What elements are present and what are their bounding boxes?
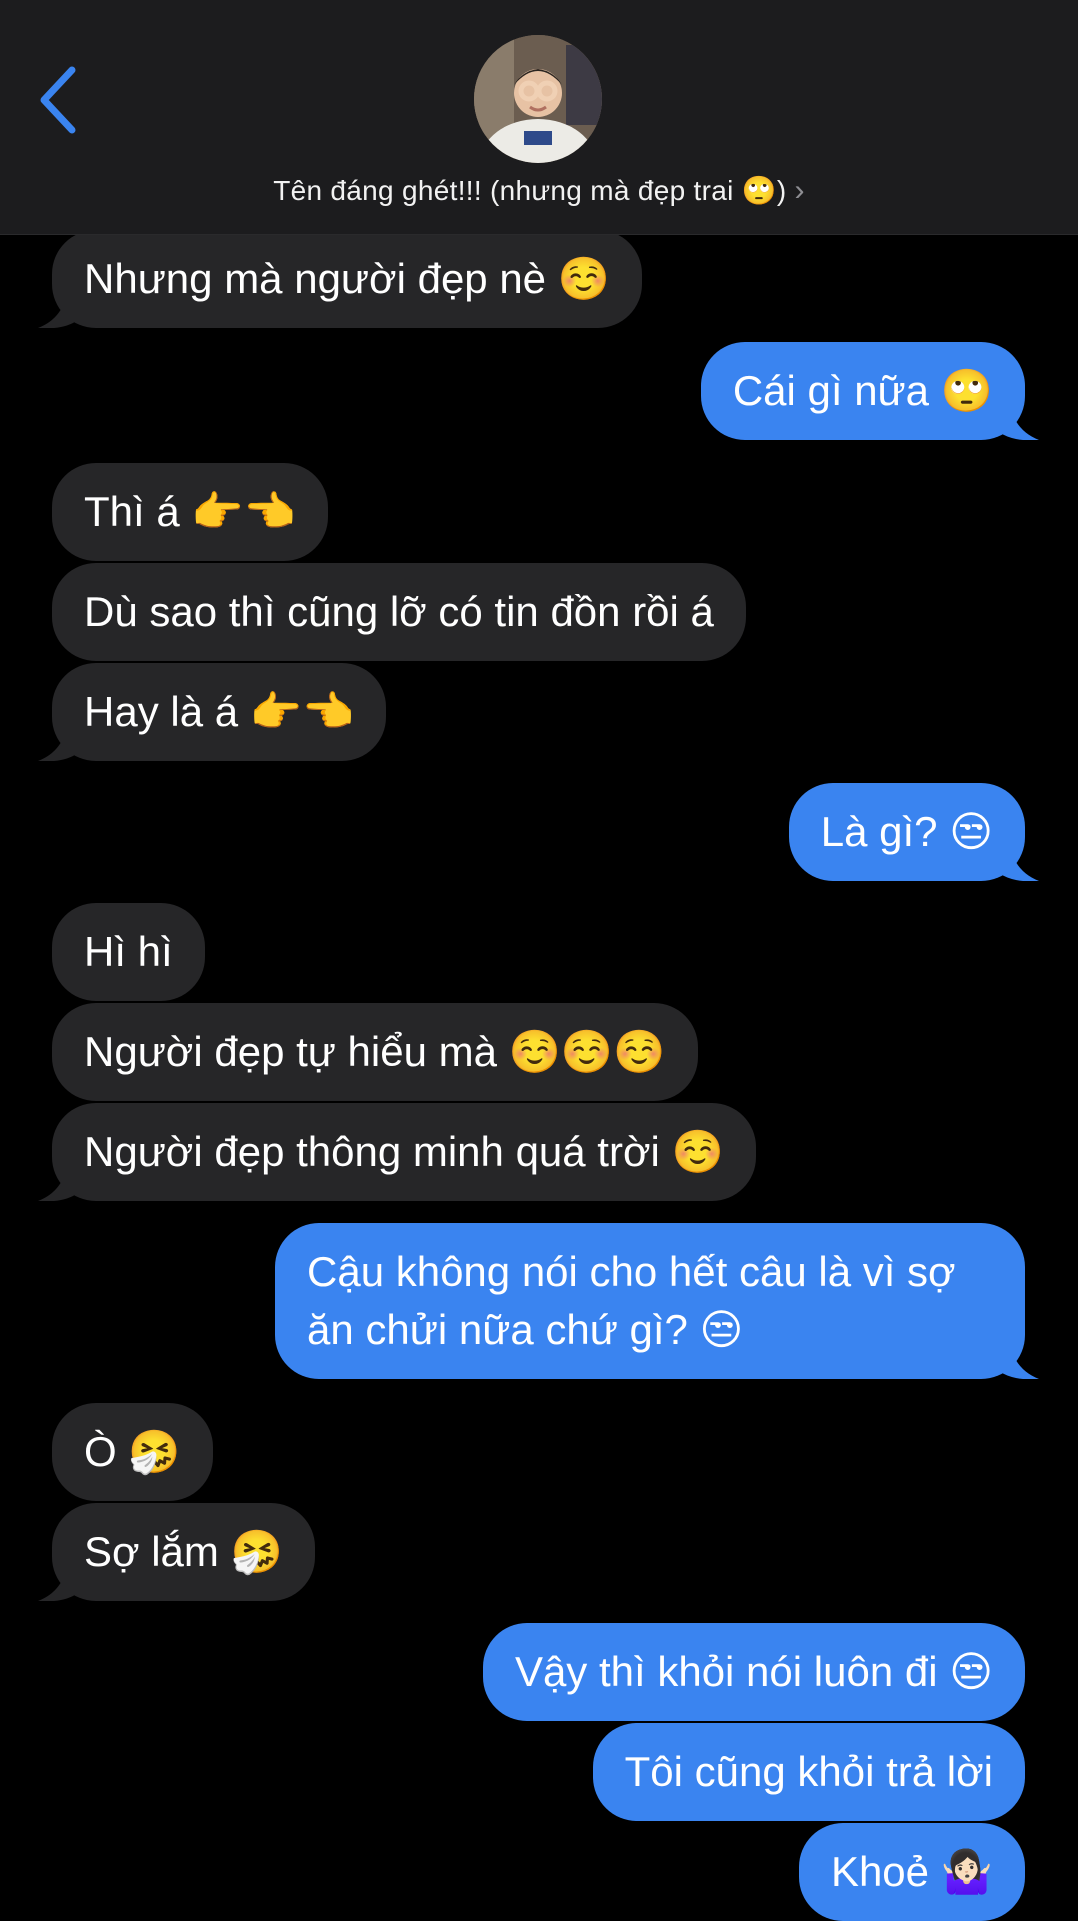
bubble-tail	[38, 1161, 78, 1201]
message-text: Người đẹp tự hiểu mà ☺️☺️☺️	[84, 1028, 666, 1075]
sent-message-bubble[interactable]: Tôi cũng khỏi trả lời	[592, 1723, 1025, 1821]
received-message-bubble[interactable]: Hì hì	[52, 903, 205, 1001]
message-text: Ò 🤧	[84, 1428, 181, 1475]
message-text: Tôi cũng khỏi trả lời	[624, 1748, 993, 1795]
message-text: Hì hì	[84, 928, 173, 975]
contact-avatar-photo	[474, 35, 602, 163]
message-text: Cái gì nữa 🙄	[732, 367, 993, 414]
message-text: Thì á 👉👈	[84, 488, 296, 535]
received-message-bubble[interactable]: Sợ lắm 🤧	[38, 1503, 315, 1601]
sent-message-bubble[interactable]: Vậy thì khỏi nói luôn đi 😒	[482, 1623, 1025, 1721]
message-text: Là gì? 😒	[820, 808, 993, 855]
bubble-tail	[38, 288, 78, 328]
conversation-header: Tên đáng ghét!!! (nhưng mà đẹp trai 🙄) ›	[0, 0, 1078, 235]
contact-name: Tên đáng ghét!!! (nhưng mà đẹp trai 🙄)	[273, 175, 787, 206]
received-message-bubble[interactable]: Hay là á 👉👈	[38, 663, 387, 761]
chevron-right-icon: ›	[794, 174, 805, 207]
sent-message-bubble[interactable]: Cậu không nói cho hết câu là vì sợ ăn ch…	[275, 1223, 1039, 1379]
received-message-bubble[interactable]: Người đẹp tự hiểu mà ☺️☺️☺️	[52, 1003, 698, 1101]
received-message-bubble[interactable]: Ò 🤧	[52, 1403, 213, 1501]
received-message-bubble[interactable]: Người đẹp thông minh quá trời ☺️	[38, 1103, 756, 1201]
contact-avatar[interactable]	[474, 35, 602, 163]
message-text: Dù sao thì cũng lỡ có tin đồn rồi á	[84, 588, 714, 635]
received-message-bubble[interactable]: Dù sao thì cũng lỡ có tin đồn rồi á	[52, 563, 746, 661]
sent-message-bubble[interactable]: Là gì? 😒	[788, 783, 1039, 881]
chevron-left-icon[interactable]	[34, 64, 84, 136]
message-text: Người đẹp thông minh quá trời ☺️	[84, 1128, 724, 1175]
received-message-bubble[interactable]: Thì á 👉👈	[52, 463, 328, 561]
sent-message-bubble[interactable]: Khoẻ 🤷🏻‍♀️	[798, 1823, 1025, 1921]
bubble-tail	[999, 841, 1039, 881]
sent-message-bubble[interactable]: Cái gì nữa 🙄	[700, 342, 1039, 440]
message-text: Sợ lắm 🤧	[84, 1528, 283, 1575]
message-text: Vậy thì khỏi nói luôn đi 😒	[514, 1648, 993, 1695]
contact-name-button[interactable]: Tên đáng ghét!!! (nhưng mà đẹp trai 🙄) ›	[0, 174, 1078, 208]
message-text: Hay là á 👉👈	[84, 688, 355, 735]
message-text: Cậu không nói cho hết câu là vì sợ ăn ch…	[307, 1248, 956, 1353]
received-message-bubble[interactable]: Nhưng mà người đẹp nè ☺️	[38, 230, 643, 328]
bubble-tail	[38, 1561, 78, 1601]
bubble-tail	[999, 1339, 1039, 1379]
message-text: Nhưng mà người đẹp nè ☺️	[84, 255, 611, 302]
bubble-tail	[38, 721, 78, 761]
message-text: Khoẻ 🤷🏻‍♀️	[830, 1848, 993, 1895]
bubble-tail	[999, 400, 1039, 440]
